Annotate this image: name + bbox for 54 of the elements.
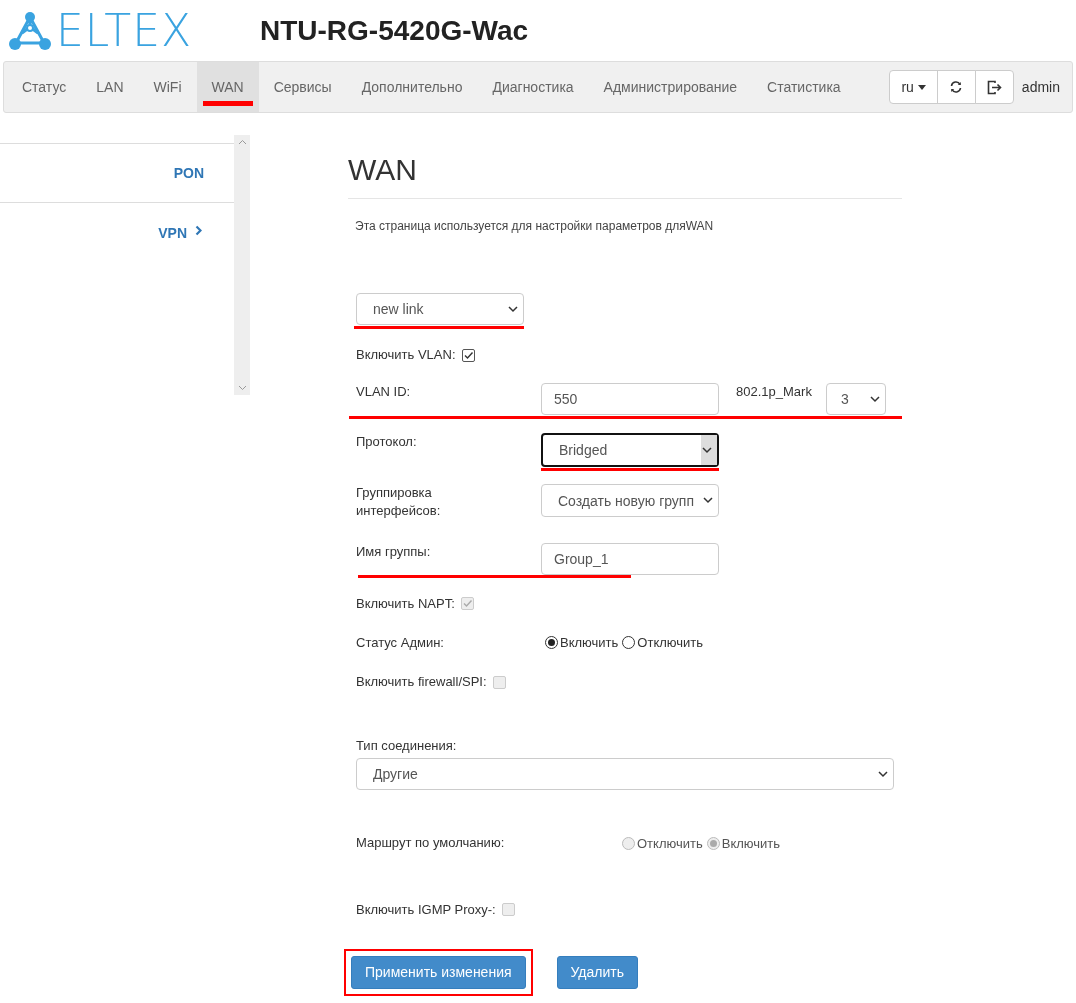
nav-tab[interactable]: WiFi (138, 62, 197, 112)
chevron-down-icon (869, 395, 880, 403)
chevron-down-icon (703, 497, 713, 505)
scroll-down-icon[interactable] (237, 385, 247, 391)
nav-tab[interactable]: Статистика (752, 62, 856, 112)
nav-tab[interactable]: Диагностика (477, 62, 589, 112)
refresh-button[interactable] (936, 70, 976, 104)
dropdown[interactable]: Bridged (541, 433, 719, 468)
dropdown[interactable]: Другие (356, 758, 894, 791)
logout-button[interactable] (974, 70, 1014, 104)
language-dropdown[interactable]: ru (889, 70, 938, 104)
chevron-down-icon (878, 770, 888, 778)
text-field[interactable]: 550 (541, 383, 719, 416)
radio-option[interactable]: Отключить (622, 635, 704, 651)
field-label: Группировка интерфейсов: (356, 484, 442, 521)
field-label: VLAN ID: (356, 383, 412, 402)
field-label: Включить VLAN: (356, 346, 456, 364)
dropdown[interactable]: Создать новую групп (541, 484, 719, 518)
field-label: Имя группы: (356, 542, 432, 561)
dropdown[interactable]: 3 (825, 383, 886, 416)
refresh-icon (948, 80, 963, 94)
dropdown[interactable]: new link (356, 293, 524, 325)
field-label: Статус Админ: (356, 633, 445, 652)
field-label: Протокол: (356, 433, 418, 452)
field-label: 802.1p_Mark (736, 383, 812, 402)
scrollbar[interactable] (234, 135, 250, 395)
text-field[interactable]: Group_1 (541, 543, 719, 576)
nav-tab[interactable]: Дополнительно (346, 62, 478, 112)
chevron-down-icon (701, 446, 712, 454)
caret-icon (917, 84, 926, 90)
action-button[interactable]: Удалить (556, 955, 638, 989)
nav-tab[interactable]: Статус (7, 62, 82, 112)
nav-tab[interactable]: LAN (81, 62, 139, 112)
field-label: Тип соединения: (356, 737, 458, 756)
radio-option[interactable]: Включить (545, 635, 619, 651)
user-name: admin (1021, 79, 1060, 95)
logo-network-icon (8, 10, 52, 51)
scroll-up-icon[interactable] (237, 139, 247, 145)
field-label: Включить firewall/SPI: (356, 672, 487, 691)
nav-tab[interactable]: Администрирование (588, 62, 753, 112)
field-label: Маршрут по умолчанию: (356, 834, 506, 853)
action-button[interactable]: Применить изменения (351, 955, 526, 989)
page-heading: WAN (348, 152, 418, 188)
device-title: NTU-RG-5420G-Wac (260, 14, 529, 47)
logout-icon (986, 79, 1002, 95)
checkbox[interactable] (461, 348, 475, 362)
nav-tab[interactable]: WAN (196, 62, 259, 112)
page-description: Эта страница используется для настройки параметров дляWAN (355, 219, 715, 233)
logo-text: ELTEX (56, 8, 193, 53)
sidebar-item[interactable]: VPN (0, 203, 234, 261)
nav-tab[interactable]: Сервисы (258, 62, 347, 112)
chevron-down-icon (508, 305, 518, 313)
field-label: Включить NAPT: (356, 594, 455, 613)
field-label: Включить IGMP Proxy-: (356, 900, 496, 919)
